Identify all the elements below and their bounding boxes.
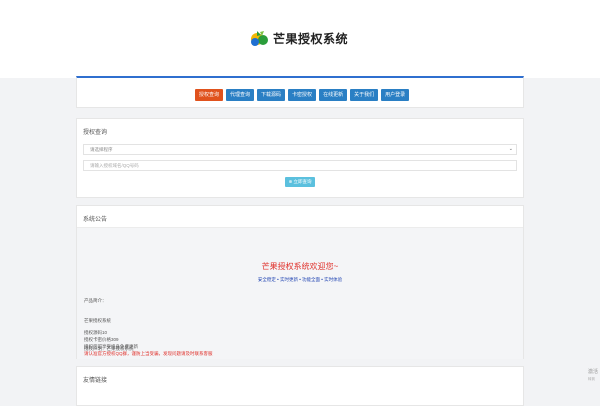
query-panel-title: 授权查询	[83, 130, 108, 136]
nav-download-source[interactable]: 下载源码	[257, 89, 286, 101]
nav-user-login[interactable]: 用户登录	[381, 89, 410, 101]
watermark-line2: 转到	[588, 377, 595, 381]
notice-line: 授权源码10	[84, 330, 108, 335]
query-button[interactable]: ⊕ 立即查询	[285, 177, 315, 187]
notice-line: 芒果授权系统	[84, 318, 111, 323]
nav-card-license[interactable]: 卡密授权	[288, 89, 317, 101]
nav-agent-query[interactable]: 代理查询	[226, 89, 255, 101]
friend-links-panel: 友情链接	[76, 366, 524, 406]
nav-panel: 授权查询 代理查询 下载源码 卡密授权 在线更新 关于我们 用户登录	[76, 76, 524, 108]
watermark-line1: 激活	[588, 369, 599, 375]
notice-line: 授权卡密价格309	[84, 337, 119, 342]
mango-logo-icon	[248, 29, 270, 47]
notice-panel: 系统公告 芒果授权系统欢迎您~ 安全稳定 • 实时更新 • 功能全面 • 实时体…	[76, 205, 524, 359]
notice-panel-title: 系统公告	[83, 217, 108, 223]
license-query-panel: 授权查询 请选择程序 ⌄ 请输入授权域名/QQ号码 ⊕ 立即查询	[76, 118, 524, 198]
program-select-value: 请选择程序	[90, 147, 113, 152]
chevron-down-icon: ⌄	[508, 146, 513, 152]
domain-qq-input[interactable]: 请输入授权域名/QQ号码	[83, 160, 517, 171]
main-nav: 授权查询 代理查询 下载源码 卡密授权 在线更新 关于我们 用户登录	[195, 89, 410, 101]
site-title: 芒果授权系统	[273, 31, 349, 46]
nav-online-update[interactable]: 在线更新	[319, 89, 348, 101]
friend-links-title: 友情链接	[83, 378, 108, 384]
feature-tagline: 安全稳定 • 实时更新 • 功能全面 • 实时体验	[257, 277, 343, 282]
site-logo[interactable]: 芒果授权系统	[248, 28, 348, 48]
notice-line: 产品简介：	[84, 298, 107, 303]
nav-license-query[interactable]: 授权查询	[195, 89, 224, 101]
nav-about-us[interactable]: 关于我们	[350, 89, 379, 101]
site-header: 芒果授权系统	[0, 0, 600, 78]
license-statement: 授权声明：芒果授权系统	[84, 346, 134, 351]
welcome-heading: 芒果授权系统欢迎您~	[261, 262, 339, 271]
activation-watermark: 激活 转到	[588, 369, 598, 383]
notice-body: 芒果授权系统欢迎您~ 安全稳定 • 实时更新 • 功能全面 • 实时体验 产品简…	[77, 228, 523, 359]
program-select[interactable]: 请选择程序 ⌄	[83, 144, 517, 155]
